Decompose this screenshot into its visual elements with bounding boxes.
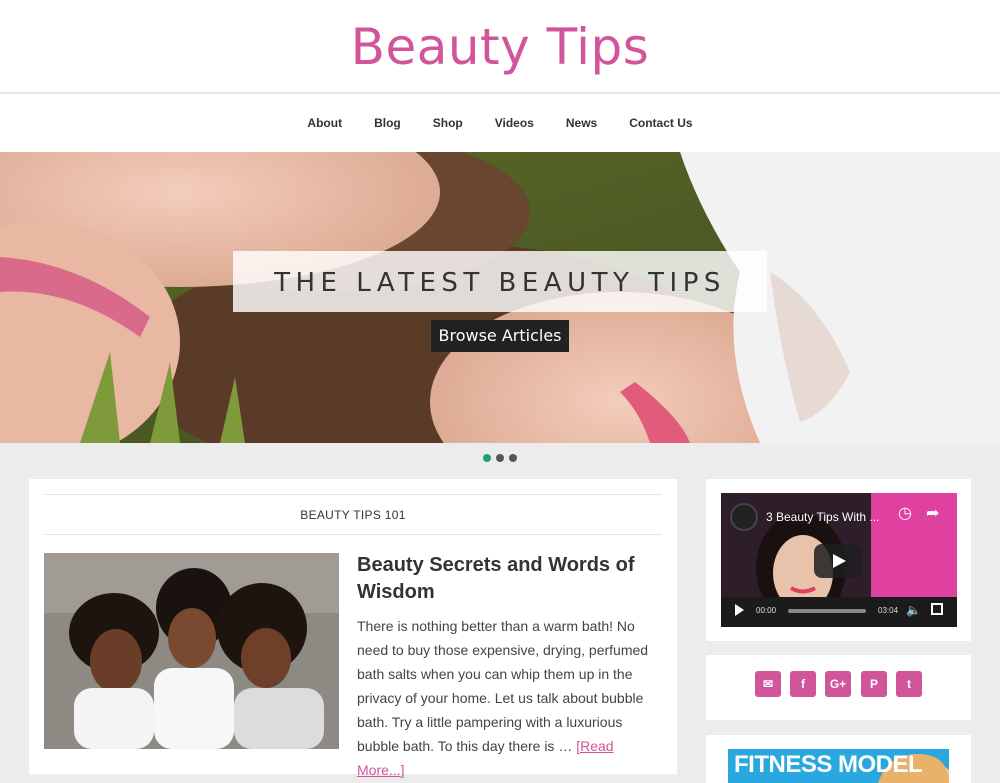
- post-excerpt-text: There is nothing better than a warm bath…: [357, 618, 649, 754]
- video-duration: 03:04: [878, 606, 899, 615]
- hero-title: THE LATEST BEAUTY TIPS: [274, 268, 726, 298]
- nav-item-blog[interactable]: Blog: [374, 116, 401, 130]
- facebook-icon[interactable]: f: [790, 671, 816, 697]
- nav-item-shop[interactable]: Shop: [433, 116, 463, 130]
- nav-item-contact-us[interactable]: Contact Us: [629, 116, 692, 130]
- post-excerpt: There is nothing better than a warm bath…: [357, 614, 662, 782]
- slider-dot-1[interactable]: [483, 454, 491, 462]
- nav-item-news[interactable]: News: [566, 116, 597, 130]
- ad-text: FITNESS MODEL SKINCARE: [734, 751, 922, 783]
- browse-articles-button[interactable]: Browse Articles: [431, 320, 569, 352]
- email-icon[interactable]: ✉: [755, 671, 781, 697]
- site-title[interactable]: Beauty Tips: [0, 18, 1000, 76]
- watch-later-icon[interactable]: ◷: [898, 503, 912, 523]
- play-icon[interactable]: [735, 604, 744, 616]
- nav-item-videos[interactable]: Videos: [495, 116, 534, 130]
- post-title[interactable]: Beauty Secrets and Words of Wisdom: [357, 552, 657, 606]
- video-title[interactable]: 3 Beauty Tips With ...: [766, 510, 879, 524]
- site-header: Beauty Tips: [0, 0, 1000, 93]
- nav-item-about[interactable]: About: [307, 116, 342, 130]
- pinterest-icon[interactable]: P: [861, 671, 887, 697]
- slider-dots: [483, 454, 517, 462]
- main-nav: About Blog Shop Videos News Contact Us: [0, 94, 1000, 152]
- share-icon[interactable]: ➦: [926, 503, 939, 523]
- video-current-time: 00:00: [756, 606, 777, 615]
- slider-dot-2[interactable]: [496, 454, 504, 462]
- play-button[interactable]: [814, 544, 862, 578]
- slider-dot-3[interactable]: [509, 454, 517, 462]
- fullscreen-icon[interactable]: [931, 603, 943, 615]
- google-plus-icon[interactable]: G+: [825, 671, 851, 697]
- post-thumbnail[interactable]: [44, 553, 339, 749]
- channel-avatar[interactable]: [730, 503, 758, 531]
- volume-icon[interactable]: 🔈: [906, 603, 921, 617]
- twitter-icon[interactable]: t: [896, 671, 922, 697]
- video-progress-bar[interactable]: [788, 609, 866, 613]
- section-heading: BEAUTY TIPS 101: [44, 494, 662, 535]
